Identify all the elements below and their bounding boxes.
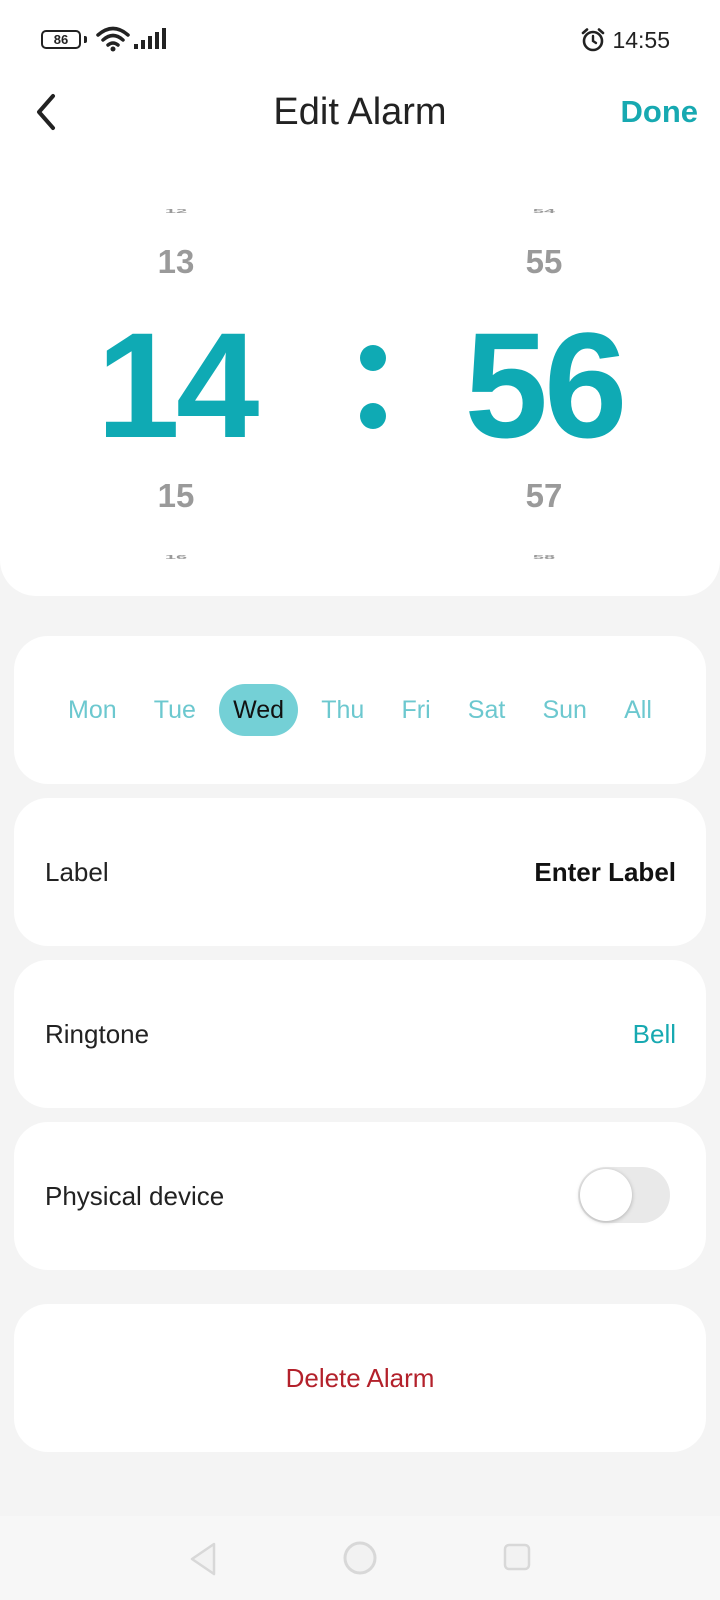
done-button[interactable]: Done [621, 90, 699, 134]
physical-device-toggle[interactable] [578, 1167, 670, 1223]
minute-option: 58 [532, 554, 556, 561]
minute-option: 55 [525, 243, 563, 280]
nav-home-icon[interactable] [342, 1540, 378, 1576]
nav-back-icon[interactable] [186, 1540, 220, 1578]
day-wed[interactable]: Wed [219, 684, 299, 736]
ringtone-value[interactable]: Bell [633, 1014, 676, 1054]
time-separator [355, 345, 389, 429]
alarm-clock-icon [580, 27, 606, 53]
minute-option: 57 [525, 477, 563, 514]
hour-option: 12 [164, 208, 188, 215]
hour-option: 15 [157, 477, 195, 514]
status-bar: 86 14:55 [0, 0, 720, 80]
hour-wheel[interactable]: 12 13 14 15 16 [56, 150, 296, 596]
day-tue[interactable]: Tue [140, 684, 210, 736]
day-sun[interactable]: Sun [528, 684, 600, 736]
page-title: Edit Alarm [273, 91, 447, 133]
status-time: 14:55 [612, 26, 670, 53]
hour-option: 16 [164, 554, 188, 561]
signal-icon [134, 28, 168, 50]
ringtone-row-title: Ringtone [45, 1019, 150, 1049]
battery-tip [84, 36, 87, 43]
system-nav-bar [0, 1516, 720, 1600]
selected-hour: 14 [96, 301, 260, 469]
day-all[interactable]: All [610, 684, 666, 736]
days-row: Mon Tue Wed Thu Fri Sat Sun All [54, 684, 666, 736]
repeat-days-card: Mon Tue Wed Thu Fri Sat Sun All [14, 636, 706, 784]
selected-minute: 56 [464, 301, 628, 469]
label-row-title: Label [45, 857, 109, 887]
day-thu[interactable]: Thu [307, 684, 378, 736]
minute-wheel[interactable]: 54 55 56 57 58 [424, 150, 664, 596]
hour-option: 13 [157, 243, 195, 280]
battery-level: 86 [53, 32, 69, 47]
time-picker: 12 13 14 15 16 54 55 56 57 58 [0, 150, 720, 596]
day-sat[interactable]: Sat [454, 684, 520, 736]
ringtone-row[interactable]: Ringtone Bell [14, 960, 706, 1108]
delete-alarm-button[interactable]: Delete Alarm [14, 1358, 706, 1398]
day-mon[interactable]: Mon [54, 684, 131, 736]
day-fri[interactable]: Fri [387, 684, 444, 736]
physical-device-row: Physical device [14, 1122, 706, 1270]
header: Edit Alarm Done [0, 80, 720, 150]
battery-icon: 86 [41, 30, 81, 49]
label-row[interactable]: Label Enter Label [14, 798, 706, 946]
wifi-icon [96, 26, 130, 52]
minute-option: 54 [532, 208, 556, 215]
toggle-knob [580, 1169, 632, 1221]
nav-recent-icon[interactable] [502, 1542, 532, 1572]
label-input[interactable]: Enter Label [534, 852, 676, 892]
physical-device-title: Physical device [45, 1181, 225, 1211]
delete-card: Delete Alarm [14, 1304, 706, 1452]
status-right: 14:55 [580, 26, 670, 54]
